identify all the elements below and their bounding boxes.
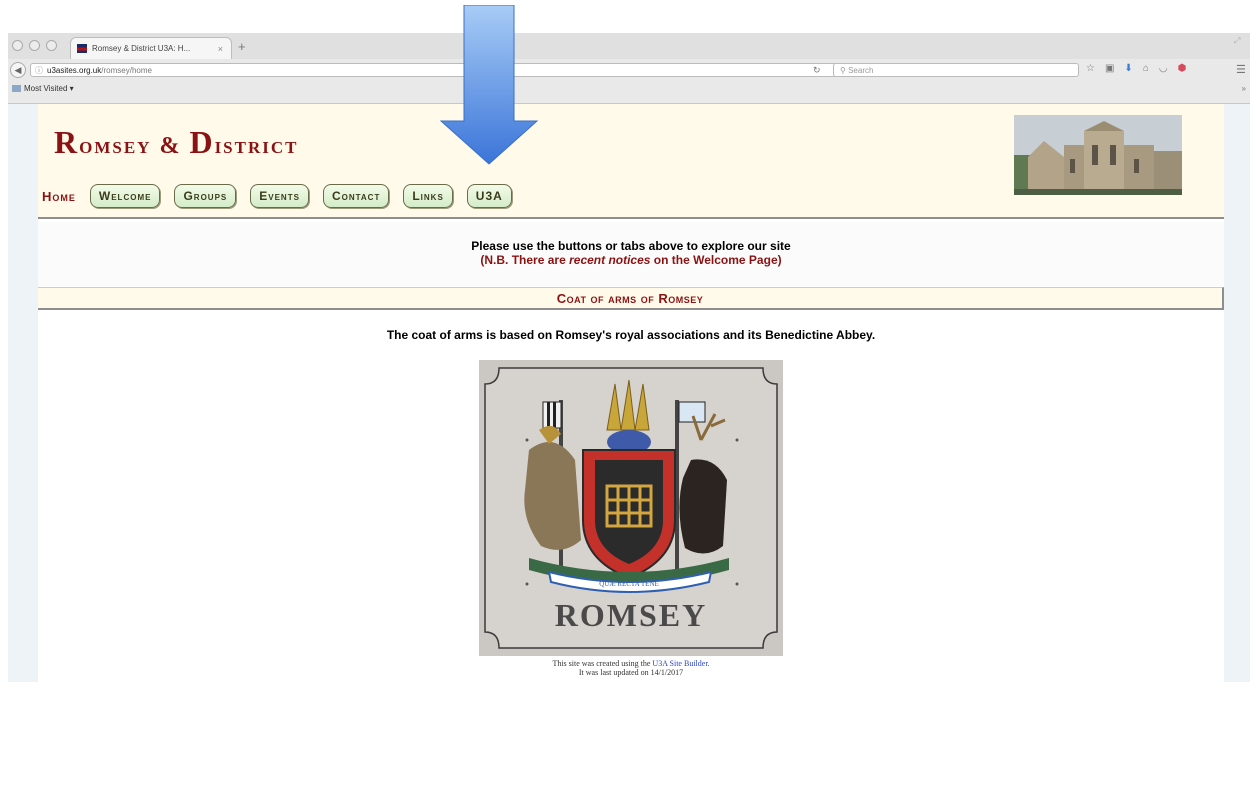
title-initial: R <box>54 124 80 160</box>
browser-chrome: Romsey & District U3A: H... × + ◀ ⓘ u3asi… <box>8 33 1250 104</box>
title-initial: D <box>189 124 215 160</box>
title-word: omsey <box>79 133 152 159</box>
menu-icon[interactable]: ☰ <box>1236 63 1246 76</box>
site-info-icon[interactable]: ⓘ <box>35 66 43 75</box>
coat-description: The coat of arms is based on Romsey's ro… <box>386 328 876 342</box>
search-placeholder: Search <box>848 66 874 75</box>
window-controls <box>12 40 57 51</box>
main-nav: Home Welcome Groups Events Contact Links… <box>42 184 526 208</box>
title-ampersand: & <box>159 133 182 159</box>
notice-prefix: (N.B. There are <box>480 253 570 267</box>
bookmarks-overflow-icon[interactable]: » <box>1242 84 1246 93</box>
page-viewport: Romsey & District Home Welcome Groups Ev… <box>8 104 1250 682</box>
library-icon[interactable]: ▣ <box>1105 63 1114 74</box>
down-arrow-icon <box>440 5 538 165</box>
browser-tab[interactable]: Romsey & District U3A: H... × <box>70 37 232 59</box>
site-header: Romsey & District Home Welcome Groups Ev… <box>38 104 1224 219</box>
title-word: istrict <box>214 133 299 159</box>
recent-notices-text: recent notices <box>569 253 651 267</box>
zoom-window-button[interactable] <box>46 40 57 51</box>
intro-line: Please use the buttons or tabs above to … <box>471 239 791 253</box>
tab-bar: Romsey & District U3A: H... × + <box>8 33 1250 59</box>
new-tab-button[interactable]: + <box>238 39 246 54</box>
download-icon[interactable]: ⬇ <box>1124 63 1132 74</box>
most-visited-bookmark[interactable]: Most Visited <box>24 84 67 93</box>
footer-created-text: This site was created using the <box>552 659 653 668</box>
site-builder-link[interactable]: U3A Site Builder. <box>652 659 709 668</box>
nav-home[interactable]: Home <box>42 189 76 204</box>
navigation-bar: ◀ ⓘ u3asites.org.uk/romsey/home ↻ ⚲ Searc… <box>8 61 1250 81</box>
nav-links-button[interactable]: Links <box>403 184 453 208</box>
plaque-text: ROMSEY <box>555 597 707 633</box>
url-path: /romsey/home <box>101 66 152 75</box>
nav-u3a-button[interactable]: U3A <box>466 184 512 208</box>
bookmarks-toolbar: Most Visited ▾ » <box>8 84 1250 98</box>
tab-title: Romsey & District U3A: H... <box>92 44 191 53</box>
reload-icon[interactable]: ↻ <box>813 65 821 76</box>
tab-close-icon[interactable]: × <box>218 44 223 54</box>
home-icon[interactable]: ⌂ <box>1143 63 1149 74</box>
nav-contact-button[interactable]: Contact <box>322 184 390 208</box>
pocket-icon[interactable]: ◡ <box>1159 63 1168 74</box>
motto-text: QUÆ RECTA TENE <box>599 580 659 588</box>
nav-events-button[interactable]: Events <box>250 184 309 208</box>
footer-created-line: This site was created using the U3A Site… <box>38 659 1224 668</box>
chevron-down-icon[interactable]: ▾ <box>70 84 74 93</box>
minimize-window-button[interactable] <box>29 40 40 51</box>
page-content: Romsey & District Home Welcome Groups Ev… <box>38 104 1224 682</box>
folder-icon <box>12 85 21 93</box>
notice-suffix: on the Welcome Page) <box>650 253 782 267</box>
favicon-icon <box>77 44 87 53</box>
back-button[interactable]: ◀ <box>10 62 26 78</box>
notice-line: (N.B. There are recent notices on the We… <box>38 253 1224 267</box>
nav-groups-button[interactable]: Groups <box>174 184 237 208</box>
toolbar-icons: ☆ ▣ ⬇ ⌂ ◡ ⬢ <box>1086 63 1186 74</box>
adblock-icon[interactable]: ⬢ <box>1178 63 1187 74</box>
section-heading: Coat of arms of Romsey <box>38 287 1224 310</box>
url-host: u3asites.org.uk <box>47 66 102 75</box>
intro-panel: Please use the buttons or tabs above to … <box>38 222 1224 286</box>
address-bar[interactable]: ⓘ u3asites.org.uk/romsey/home <box>30 63 838 77</box>
close-window-button[interactable] <box>12 40 23 51</box>
footer-updated-text: It was last updated on 14/1/2017 <box>578 668 684 677</box>
bookmark-star-icon[interactable]: ☆ <box>1086 63 1095 74</box>
site-footer: This site was created using the U3A Site… <box>38 659 1224 677</box>
search-input[interactable]: ⚲ Search <box>833 63 1079 77</box>
nav-welcome-button[interactable]: Welcome <box>89 184 161 208</box>
coat-of-arms-image: QUÆ RECTA TENE ROMSEY <box>479 360 783 656</box>
site-title: Romsey & District <box>54 124 298 161</box>
abbey-photo <box>1014 115 1182 195</box>
search-icon: ⚲ <box>840 66 846 75</box>
fullscreen-icon[interactable]: ⤢ <box>1234 36 1240 46</box>
